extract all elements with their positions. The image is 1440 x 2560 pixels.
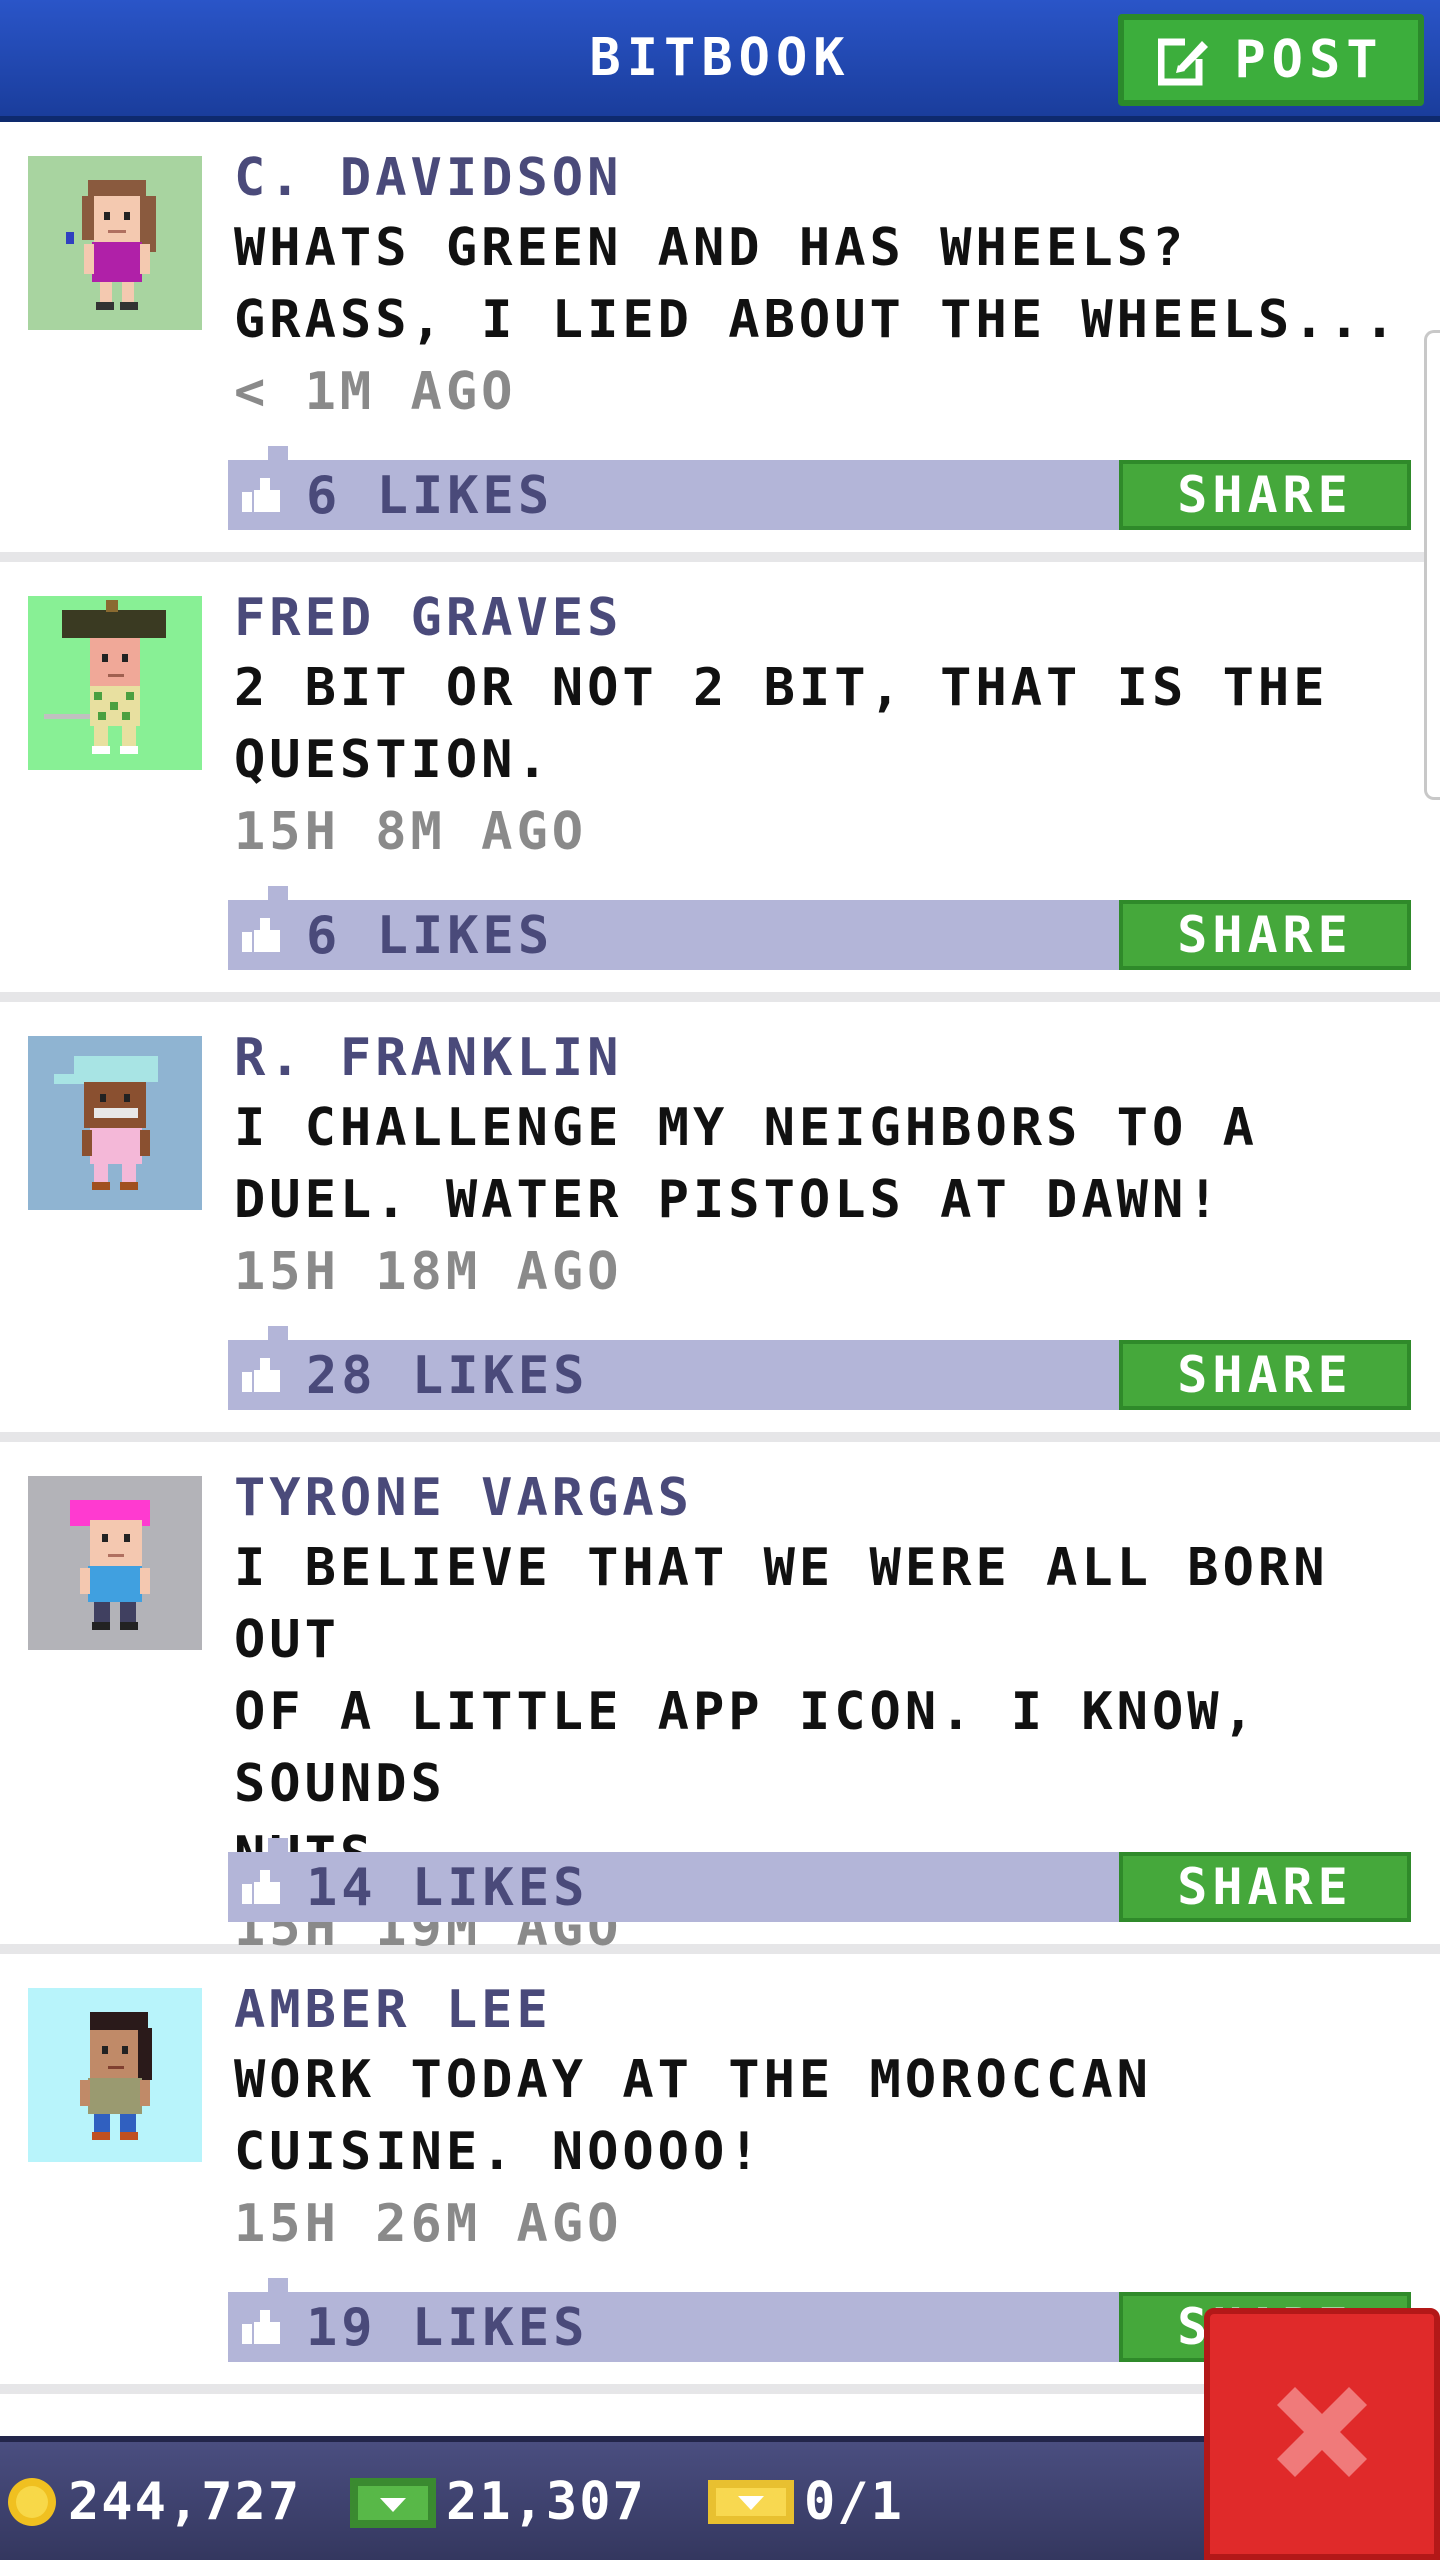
poster-name[interactable]: R. FRANKLIN — [234, 1024, 1434, 1092]
tickets-stat: 0/1 — [708, 2472, 904, 2532]
post-button[interactable]: POST — [1118, 14, 1424, 106]
thumbs-up-icon — [242, 1870, 282, 1908]
post-content: AMBER LEE WORK TODAY AT THE MOROCCAN CUI… — [234, 1976, 1434, 2260]
like-bar[interactable]: 28 LIKES SHARE — [228, 1326, 1411, 1410]
compose-icon — [1158, 33, 1213, 87]
tickets-value: 0/1 — [804, 2472, 904, 2532]
thumbs-up-icon — [242, 2310, 282, 2348]
avatar[interactable] — [28, 596, 202, 770]
post-time: < 1M AGO — [234, 362, 517, 422]
coin-icon — [6, 2476, 68, 2528]
post-item: R. FRANKLIN I CHALLENGE MY NEIGHBORS TO … — [0, 1002, 1440, 1442]
post-time: 15H 8M AGO — [234, 802, 588, 862]
like-count: 6 LIKES — [306, 466, 554, 526]
close-icon — [1267, 2377, 1377, 2491]
ticket-icon — [708, 2476, 804, 2528]
header-bar: BITBOOK POST — [0, 0, 1440, 122]
poster-name[interactable]: FRED GRAVES — [234, 584, 1434, 652]
post-content: R. FRANKLIN I CHALLENGE MY NEIGHBORS TO … — [234, 1024, 1434, 1308]
like-bar-notch — [268, 886, 288, 900]
close-button[interactable] — [1204, 2308, 1440, 2560]
avatar[interactable] — [28, 1476, 202, 1650]
bux-stat: 21,307 — [350, 2472, 646, 2532]
bux-value: 21,307 — [446, 2472, 646, 2532]
post-message: WHATS GREEN AND HAS WHEELS? GRASS, I LIE… — [234, 218, 1400, 350]
post-content: C. DAVIDSON WHATS GREEN AND HAS WHEELS? … — [234, 144, 1434, 428]
share-button[interactable]: SHARE — [1119, 460, 1411, 530]
bux-icon — [350, 2474, 446, 2530]
like-count: 6 LIKES — [306, 906, 554, 966]
post-message: I BELIEVE THAT WE WERE ALL BORN OUT OF A… — [234, 1538, 1329, 1886]
poster-name[interactable]: AMBER LEE — [234, 1976, 1434, 2044]
avatar[interactable] — [28, 1988, 202, 2162]
post-content: FRED GRAVES 2 BIT OR NOT 2 BIT, THAT IS … — [234, 584, 1434, 868]
share-button[interactable]: SHARE — [1119, 900, 1411, 970]
post-message: I CHALLENGE MY NEIGHBORS TO A DUEL. WATE… — [234, 1098, 1258, 1230]
thumbs-up-icon — [242, 1358, 282, 1396]
coins-stat: 244,727 — [6, 2472, 301, 2532]
post-message: WORK TODAY AT THE MOROCCAN CUISINE. NOOO… — [234, 2050, 1152, 2182]
thumbs-up-icon — [242, 918, 282, 956]
share-button[interactable]: SHARE — [1119, 1340, 1411, 1410]
poster-name[interactable]: C. DAVIDSON — [234, 144, 1434, 212]
like-bar-notch — [268, 446, 288, 460]
like-bar[interactable]: 14 LIKES SHARE — [228, 1838, 1411, 1922]
avatar[interactable] — [28, 156, 202, 330]
post-time: 15H 26M AGO — [234, 2194, 623, 2254]
post-time: 15H 18M AGO — [234, 1242, 623, 1302]
like-count: 28 LIKES — [306, 1346, 589, 1406]
post-message: 2 BIT OR NOT 2 BIT, THAT IS THE QUESTION… — [234, 658, 1329, 790]
scroll-indicator[interactable] — [1424, 330, 1440, 800]
post-feed[interactable]: C. DAVIDSON WHATS GREEN AND HAS WHEELS? … — [0, 122, 1440, 2436]
share-button[interactable]: SHARE — [1119, 1852, 1411, 1922]
like-count: 14 LIKES — [306, 1858, 589, 1918]
poster-name[interactable]: TYRONE VARGAS — [234, 1464, 1434, 1532]
post-item: TYRONE VARGAS I BELIEVE THAT WE WERE ALL… — [0, 1442, 1440, 1958]
post-item: C. DAVIDSON WHATS GREEN AND HAS WHEELS? … — [0, 122, 1440, 562]
thumbs-up-icon — [242, 478, 282, 516]
like-bar[interactable]: 6 LIKES SHARE — [228, 446, 1411, 530]
like-bar-notch — [268, 1326, 288, 1340]
like-bar-notch — [268, 1838, 288, 1852]
post-item: FRED GRAVES 2 BIT OR NOT 2 BIT, THAT IS … — [0, 562, 1440, 1002]
like-count: 19 LIKES — [306, 2298, 589, 2358]
coins-value: 244,727 — [68, 2472, 302, 2532]
avatar[interactable] — [28, 1036, 202, 1210]
post-button-label: POST — [1234, 30, 1384, 90]
like-bar-notch — [268, 2278, 288, 2292]
like-bar[interactable]: 6 LIKES SHARE — [228, 886, 1411, 970]
